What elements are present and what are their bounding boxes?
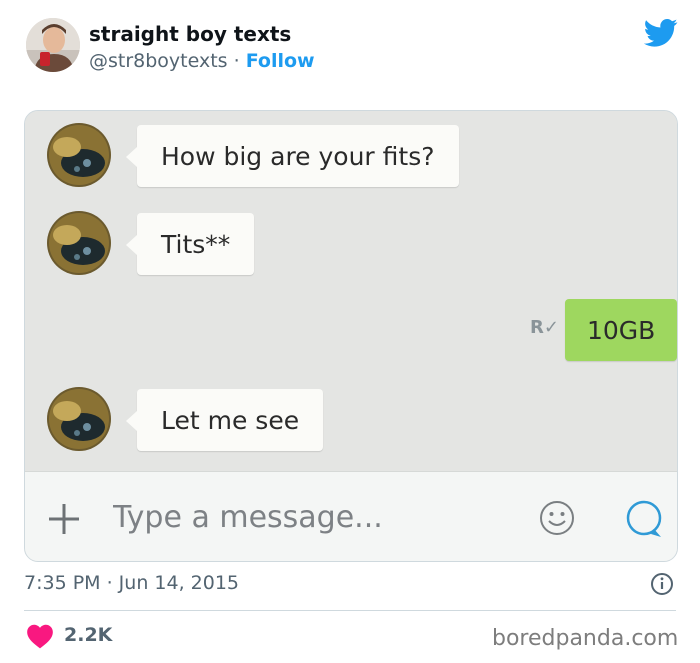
send-icon[interactable] xyxy=(623,498,665,540)
tweet-timestamp[interactable]: 7:35 PM · Jun 14, 2015 xyxy=(24,572,239,594)
message-input[interactable] xyxy=(113,496,473,538)
twitter-bird-icon[interactable] xyxy=(644,18,678,48)
handle[interactable]: @str8boytexts xyxy=(89,50,228,72)
watermark: boredpanda.com xyxy=(492,626,679,651)
contact-avatar xyxy=(47,387,111,451)
message-bubble[interactable]: How big are your fits? xyxy=(126,125,459,187)
heart-icon[interactable] xyxy=(26,623,54,649)
read-receipt-letter: R xyxy=(530,317,544,338)
contact-avatar xyxy=(47,123,111,187)
contact-avatar xyxy=(47,211,111,275)
emoji-icon[interactable] xyxy=(539,500,575,536)
follow-button[interactable]: Follow xyxy=(246,50,315,72)
separator: · xyxy=(233,50,240,72)
handle-line: @str8boytexts · Follow xyxy=(89,50,315,72)
divider xyxy=(24,610,676,611)
like-count[interactable]: 2.2K xyxy=(64,624,112,646)
info-icon[interactable] xyxy=(650,572,674,596)
display-name[interactable]: straight boy texts xyxy=(89,22,291,46)
author-avatar[interactable] xyxy=(26,18,80,72)
plus-icon[interactable] xyxy=(47,502,81,536)
message-composer xyxy=(25,471,677,561)
tweet-header: straight boy texts @str8boytexts · Follo… xyxy=(0,0,700,100)
message-list: How big are your fits? Tits** R✓ 10GB Le… xyxy=(25,111,677,471)
chat-screenshot[interactable]: How big are your fits? Tits** R✓ 10GB Le… xyxy=(24,110,678,562)
message-bubble-outgoing[interactable]: 10GB xyxy=(565,299,677,361)
read-receipt-icon: R✓ xyxy=(530,317,559,338)
message-bubble[interactable]: Let me see xyxy=(125,389,324,451)
message-bubble[interactable]: Tits** xyxy=(125,213,255,275)
